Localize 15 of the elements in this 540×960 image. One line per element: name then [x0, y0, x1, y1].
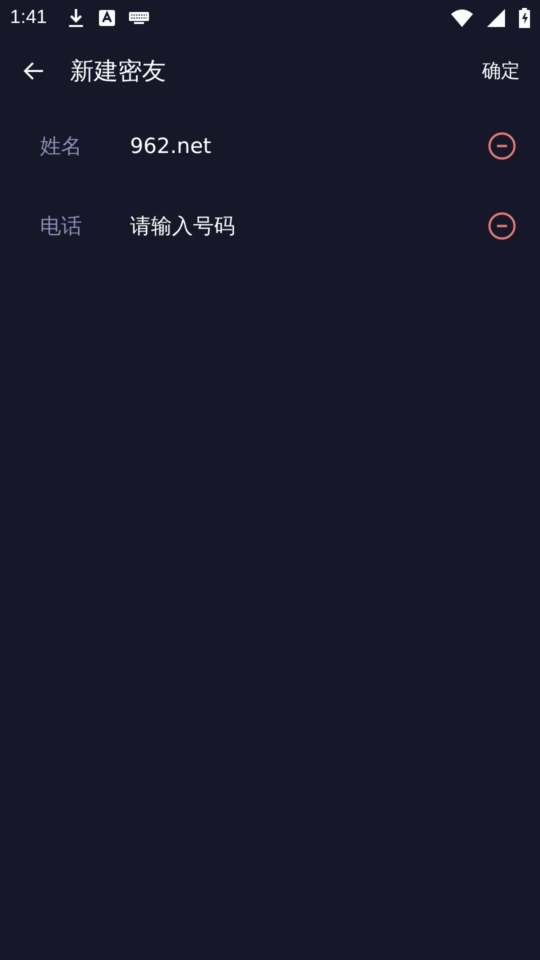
- page-title: 新建密友: [70, 56, 167, 87]
- download-icon: [66, 8, 85, 28]
- signal-icon: [487, 9, 505, 27]
- remove-icon[interactable]: [487, 211, 517, 241]
- keyboard-icon: [128, 12, 149, 24]
- input-field[interactable]: 962.net: [130, 130, 477, 162]
- battery-icon: [519, 8, 530, 28]
- field-label: 电话: [40, 213, 83, 240]
- status-time: 1:41: [10, 7, 47, 29]
- font-icon: [98, 10, 115, 26]
- remove-icon[interactable]: [487, 131, 517, 161]
- confirm-button[interactable]: 确定: [482, 52, 520, 90]
- wifi-icon: [451, 9, 473, 27]
- field-label: 姓名: [40, 133, 83, 160]
- input-field[interactable]: 请输入号码: [130, 210, 477, 242]
